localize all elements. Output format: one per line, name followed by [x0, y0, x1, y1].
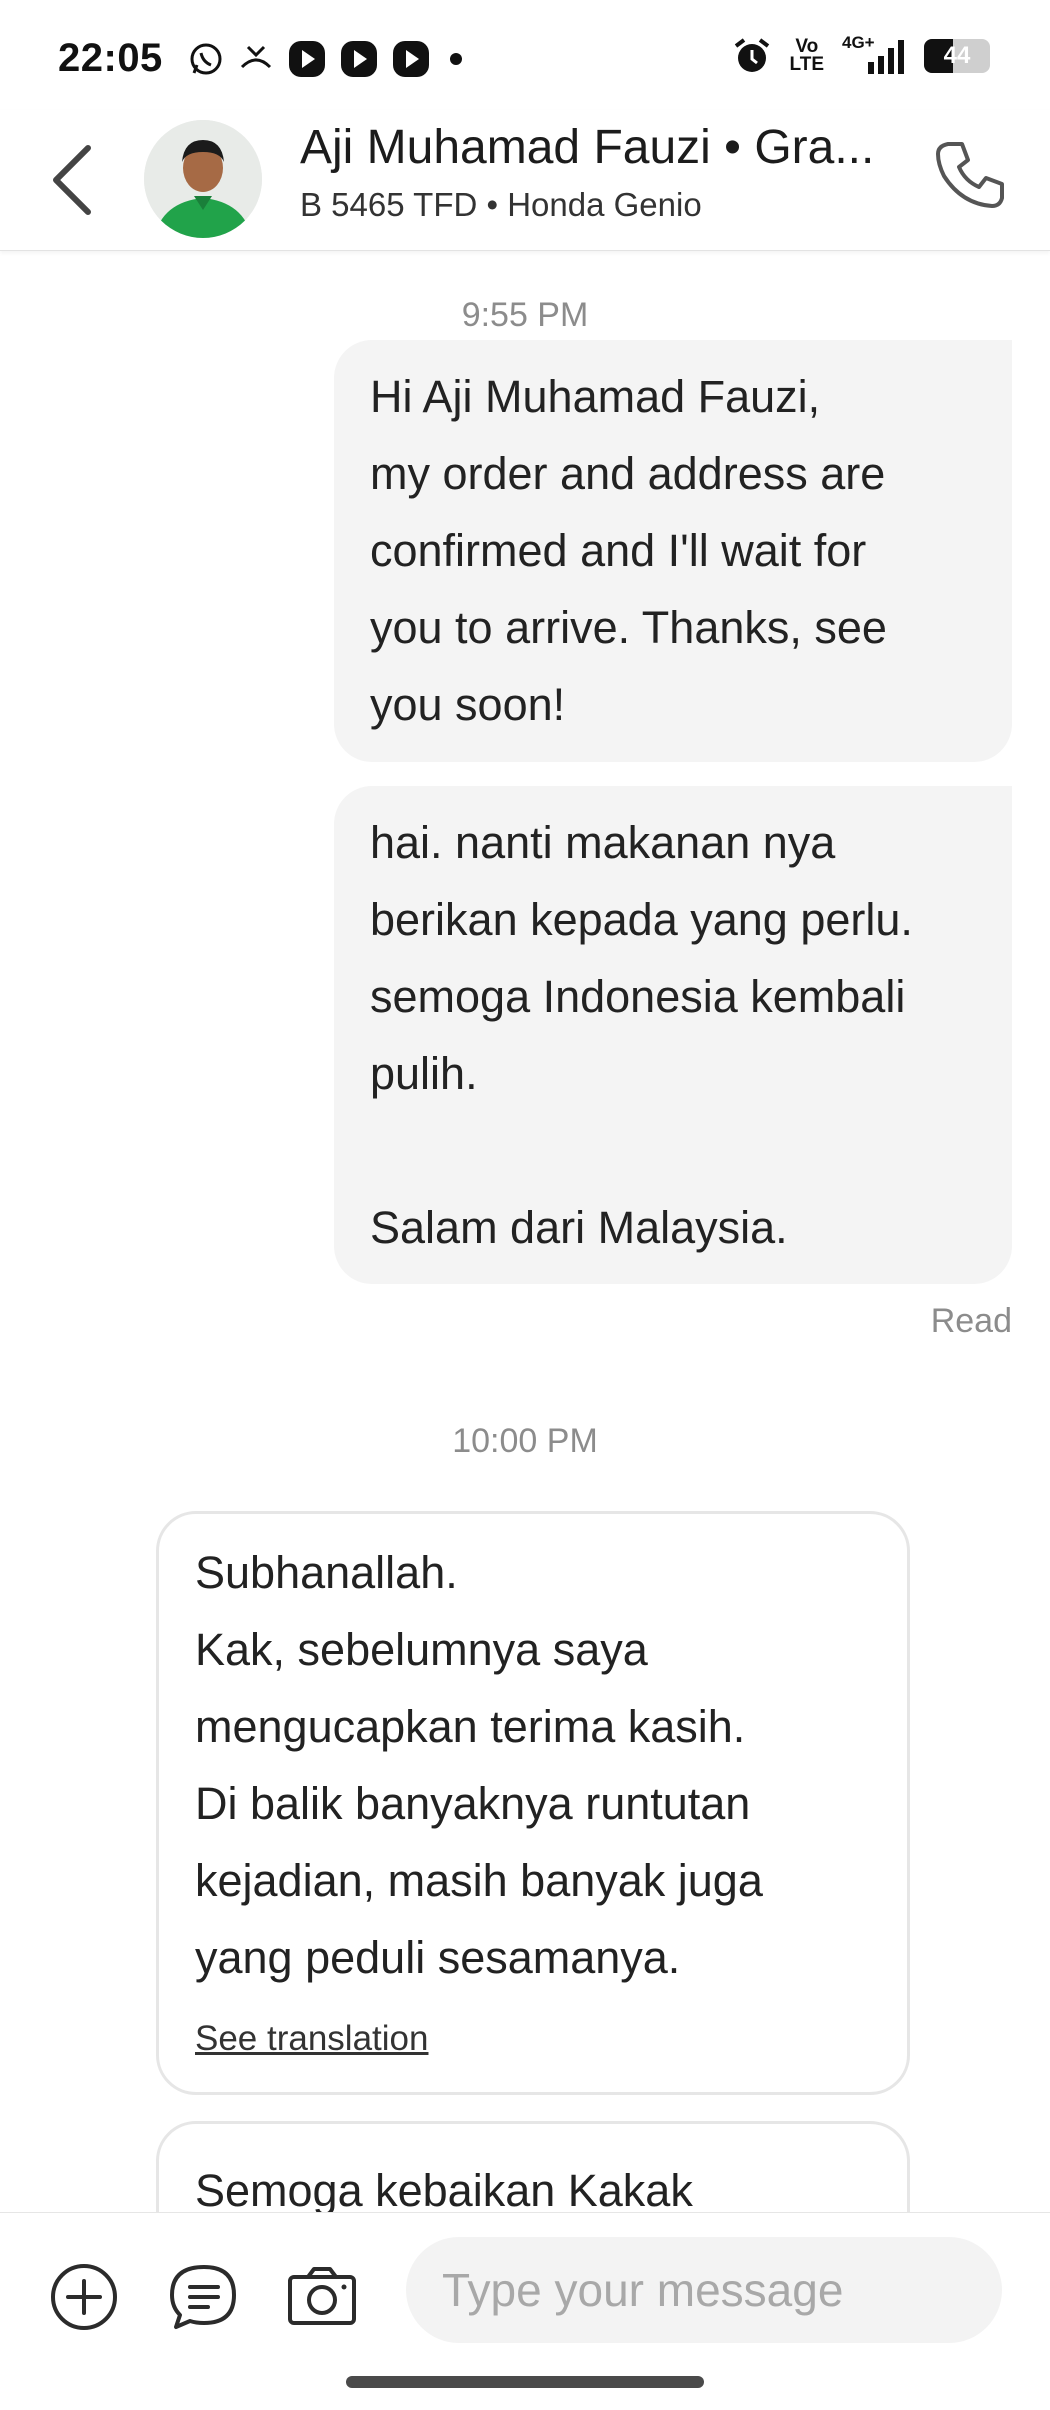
signal-icon: 4G+ [842, 34, 906, 76]
dot-icon [450, 53, 462, 65]
message-line: you soon! [370, 679, 566, 730]
message-line: kejadian, masih banyak juga [195, 1855, 763, 1906]
message-line: semoga Indonesia kembali [370, 971, 906, 1022]
status-bar: 22:05 Vo LTE 4G+ 44 [0, 0, 1050, 110]
message-line: Subhanallah. [195, 1547, 458, 1598]
message-line: berikan kepada yang perlu. [370, 894, 913, 945]
status-right-icons: Vo LTE 4G+ 44 [732, 34, 990, 76]
phone-icon[interactable] [930, 134, 1014, 218]
message-line: Salam dari Malaysia. [370, 1202, 788, 1253]
timestamp: 10:00 PM [452, 1422, 598, 1460]
incoming-message[interactable]: Subhanallah. Kak, sebelumnya saya menguc… [156, 1511, 910, 2095]
add-icon[interactable] [46, 2259, 122, 2335]
page-title: Aji Muhamad Fauzi • Gra... [300, 121, 875, 174]
message-line: my order and address are [370, 448, 886, 499]
missed-call-icon [240, 45, 272, 69]
message-line: Hi Aji Muhamad Fauzi, [370, 371, 821, 422]
read-status: Read [930, 1302, 1012, 1340]
chat-header: Aji Muhamad Fauzi • Gra... B 5465 TFD • … [0, 110, 1050, 251]
message-line: you to arrive. Thanks, see [370, 602, 887, 653]
status-time: 22:05 [58, 36, 163, 80]
status-left-icons [188, 40, 462, 78]
message-line: mengucapkan terima kasih. [195, 1701, 746, 1752]
quick-reply-icon[interactable] [166, 2259, 242, 2335]
play-icon [289, 41, 325, 77]
outgoing-message[interactable]: Hi Aji Muhamad Fauzi, my order and addre… [334, 340, 1012, 762]
outgoing-message[interactable]: hai. nanti makanan nya berikan kepada ya… [334, 786, 1012, 1284]
play-icon [393, 41, 429, 77]
message-line: pulih. [370, 1048, 478, 1099]
back-arrow-icon[interactable] [44, 138, 104, 222]
play-icon [341, 41, 377, 77]
message-line: hai. nanti makanan nya [370, 817, 836, 868]
message-line [370, 1112, 976, 1189]
home-indicator[interactable] [346, 2376, 704, 2388]
timestamp: 9:55 PM [461, 296, 589, 334]
message-line: yang peduli sesamanya. [195, 1932, 681, 1983]
volte-icon: Vo LTE [789, 36, 824, 75]
battery-icon: 44 [924, 39, 990, 73]
camera-icon[interactable] [284, 2259, 360, 2335]
see-translation-link[interactable]: See translation [195, 2017, 428, 2061]
message-input[interactable] [406, 2237, 1002, 2343]
message-line: confirmed and I'll wait for [370, 525, 867, 576]
message-line: Kak, sebelumnya saya [195, 1624, 648, 1675]
vehicle-info: B 5465 TFD • Honda Genio [300, 186, 702, 223]
whatsapp-icon [190, 43, 222, 75]
avatar[interactable] [144, 120, 262, 238]
alarm-icon [734, 38, 769, 72]
message-line: Di balik banyaknya runtutan [195, 1778, 751, 1829]
